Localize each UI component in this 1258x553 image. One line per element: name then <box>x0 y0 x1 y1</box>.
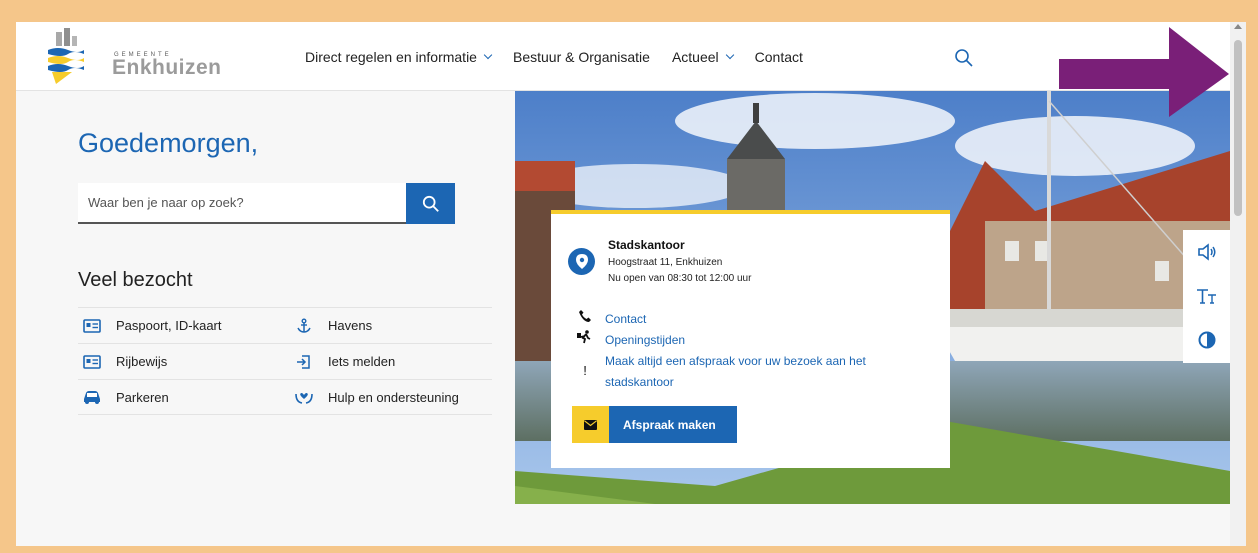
link-parkeren[interactable]: Parkeren <box>78 380 290 414</box>
nav-label: Direct regelen en informatie <box>305 49 477 65</box>
nav-contact[interactable]: Contact <box>755 49 803 65</box>
contact-row: Contact <box>573 309 646 330</box>
nav-direct-regelen[interactable]: Direct regelen en informatie <box>305 49 493 65</box>
chevron-down-icon <box>483 50 493 60</box>
link-hulp[interactable]: Hulp en ondersteuning <box>290 380 492 414</box>
site-header: GEMEENTE Enkhuizen Direct regelen en inf… <box>16 22 1230 91</box>
opening-hours-row: Openingstijden <box>573 330 685 351</box>
chevron-down-icon <box>725 50 734 60</box>
office-title: Stadskantoor <box>608 238 685 252</box>
section-title-veel-bezocht: Veel bezocht <box>78 269 193 291</box>
link-label: Paspoort, ID-kaart <box>116 318 222 333</box>
enkhuizen-logo[interactable]: GEMEENTE Enkhuizen <box>46 28 221 88</box>
speaker-icon <box>1197 243 1215 261</box>
make-appointment-label: Afspraak maken <box>609 406 737 443</box>
opening-hours-link[interactable]: Openingstijden <box>605 330 685 351</box>
page-title: Goedemorgen, <box>78 128 259 158</box>
search-icon <box>422 195 439 212</box>
links-row: Paspoort, ID-kaart Havens <box>78 307 492 343</box>
nav-label: Actueel <box>671 49 719 65</box>
anchor-icon <box>294 318 314 334</box>
id-card-icon <box>82 318 102 334</box>
phone-icon <box>573 309 597 323</box>
accessibility-toolbar <box>1183 230 1230 363</box>
location-pin-icon <box>568 248 595 275</box>
popular-links: Paspoort, ID-kaart Havens Rijbewijs Iets… <box>78 307 492 415</box>
office-address: Hoogstraat 11, Enkhuizen <box>608 257 723 268</box>
main-nav: Direct regelen en informatie Bestuur & O… <box>305 49 825 65</box>
car-icon <box>82 389 102 405</box>
logo-emblem-icon <box>48 28 84 84</box>
helping-hands-icon <box>294 389 314 405</box>
logo-text: Enkhuizen <box>112 56 222 79</box>
id-card-icon <box>82 354 102 370</box>
link-label: Iets melden <box>328 354 396 369</box>
text-size-button[interactable] <box>1183 274 1230 318</box>
exclamation-icon: ! <box>583 363 587 378</box>
make-appointment-button[interactable]: Afspraak maken <box>572 406 737 443</box>
nav-bestuur[interactable]: Bestuur & Organisatie <box>513 49 650 65</box>
scrollbar-thumb[interactable] <box>1234 40 1242 216</box>
link-havens[interactable]: Havens <box>290 308 492 343</box>
nav-label: Contact <box>754 49 803 65</box>
links-row: Parkeren Hulp en ondersteuning <box>78 379 492 415</box>
nav-label: Bestuur & Organisatie <box>512 49 650 65</box>
link-label: Hulp en ondersteuning <box>328 389 459 405</box>
envelope-icon <box>572 406 609 443</box>
search-field <box>78 183 455 224</box>
link-label: Parkeren <box>116 389 169 405</box>
notice-line: stadskantoor <box>605 375 674 389</box>
text-size-icon <box>1196 289 1216 304</box>
link-rijbewijs[interactable]: Rijbewijs <box>78 344 290 379</box>
link-iets-melden[interactable]: Iets melden <box>290 344 492 379</box>
walking-person-icon <box>573 330 597 344</box>
office-info-card: Stadskantoor Hoogstraat 11, Enkhuizen Nu… <box>551 210 950 468</box>
annotation-arrow <box>1059 27 1229 117</box>
office-opening-status: Nu open van 08:30 tot 12:00 uur <box>608 273 752 284</box>
scroll-up-icon[interactable] <box>1234 24 1242 29</box>
contrast-button[interactable] <box>1183 318 1230 362</box>
notice-line: Maak altijd een afspraak voor uw bezoek … <box>605 354 866 368</box>
link-label: Rijbewijs <box>116 354 168 369</box>
contrast-icon <box>1198 331 1215 349</box>
search-input[interactable] <box>78 183 398 221</box>
read-aloud-button[interactable] <box>1183 230 1230 274</box>
nav-actueel[interactable]: Actueel <box>671 49 734 65</box>
link-label: Havens <box>328 318 373 333</box>
report-icon <box>294 354 314 370</box>
contact-link[interactable]: Contact <box>605 309 646 330</box>
search-button[interactable] <box>406 183 455 224</box>
browser-viewport: GEMEENTE Enkhuizen Direct regelen en inf… <box>16 22 1246 546</box>
appointment-notice-link[interactable]: Maak altijd een afspraak voor uw bezoek … <box>605 351 866 393</box>
links-row: Rijbewijs Iets melden <box>78 343 492 379</box>
page-scrollbar[interactable] <box>1230 22 1246 546</box>
header-search-icon[interactable] <box>954 48 974 68</box>
link-paspoort[interactable]: Paspoort, ID-kaart <box>78 308 290 343</box>
appointment-notice-row: ! Maak altijd een afspraak voor uw bezoe… <box>573 351 866 393</box>
